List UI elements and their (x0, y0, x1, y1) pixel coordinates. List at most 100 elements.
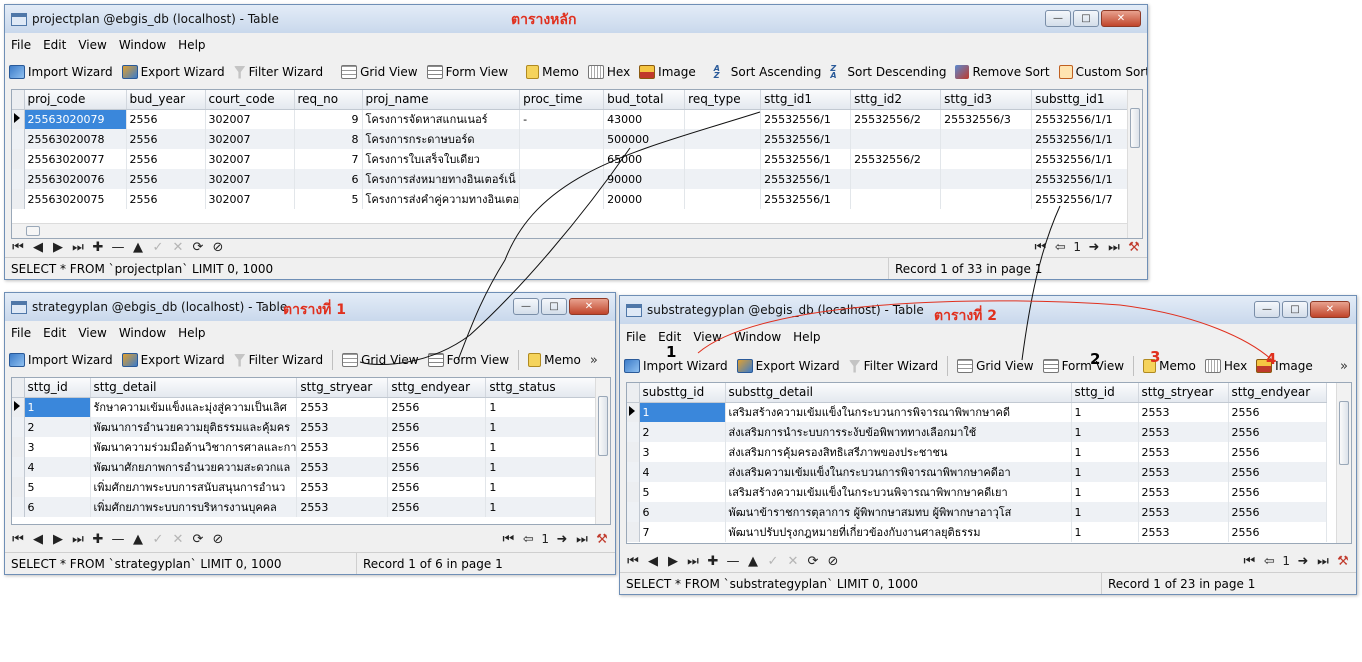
menu-help[interactable]: Help (793, 330, 820, 344)
add-record-icon[interactable]: ✚ (706, 554, 720, 569)
table-row[interactable]: 3 พัฒนาความร่วมมือด้านวิชาการศาลและกา 2553… (12, 437, 607, 457)
table-cell[interactable]: 6 (24, 497, 91, 517)
table-cell[interactable] (850, 189, 942, 209)
table-cell[interactable]: พัฒนาปรับปรุงกฎหมายที่เกี่ยวข้องกับงานศา… (725, 522, 1072, 542)
row-indicator[interactable] (627, 402, 640, 422)
table-cell[interactable]: 2553 (1138, 462, 1229, 482)
row-indicator[interactable] (12, 189, 25, 209)
close-icon[interactable]: ✕ (569, 298, 609, 315)
column-header[interactable]: bud_total (603, 90, 686, 110)
column-header[interactable]: sttg_stryear (1138, 383, 1229, 403)
row-indicator[interactable] (12, 109, 25, 129)
grid-view-button[interactable]: Grid View (342, 353, 419, 367)
table-cell[interactable]: 25532556/1/1 (1031, 149, 1133, 169)
table-cell[interactable]: 1 (1071, 442, 1139, 462)
table-cell[interactable]: 1 (485, 397, 607, 417)
next-record-icon[interactable]: ▶ (51, 240, 65, 255)
table-cell[interactable]: พัฒนาการอำนวยความยุติธรรมและคุ้มคร (90, 417, 298, 437)
table-cell[interactable]: 25532556/2 (850, 109, 942, 129)
table-cell[interactable]: 9 (294, 109, 363, 129)
table-cell[interactable]: 4 (639, 462, 726, 482)
form-view-button[interactable]: Form View (427, 353, 509, 367)
menu-window[interactable]: Window (119, 326, 166, 340)
table-cell[interactable]: โครงการส่งคำคู่ความทางอินเตอ (362, 189, 521, 209)
first-record-icon[interactable]: ⏮ (11, 240, 25, 255)
table-cell[interactable]: 1 (485, 477, 607, 497)
hex-button[interactable]: Hex (587, 65, 630, 79)
apply-changes-icon[interactable]: ✓ (766, 554, 780, 569)
table-cell[interactable]: 302007 (205, 169, 295, 189)
column-header[interactable]: substtg_id (639, 383, 726, 403)
row-indicator[interactable] (12, 497, 25, 517)
menu-edit[interactable]: Edit (43, 326, 66, 340)
menu-view[interactable]: View (693, 330, 721, 344)
row-indicator[interactable] (12, 457, 25, 477)
column-header[interactable]: sttg_id (1071, 383, 1139, 403)
column-header[interactable]: sttg_id3 (940, 90, 1033, 110)
table-cell[interactable]: 2556 (1228, 442, 1327, 462)
row-indicator[interactable] (627, 502, 640, 522)
delete-record-icon[interactable]: — (111, 240, 125, 255)
table-cell[interactable]: 2553 (1138, 422, 1229, 442)
menu-file[interactable]: File (626, 330, 646, 344)
table-cell[interactable]: 2556 (387, 457, 487, 477)
table-cell[interactable]: ส่งเสริมการคุ้มครองสิทธิเสรีภาพของประชาช… (725, 442, 1072, 462)
table-cell[interactable]: 6 (639, 502, 726, 522)
table-cell[interactable] (684, 149, 762, 169)
first-page-icon[interactable]: ⏮ (501, 532, 515, 547)
table-cell[interactable]: 302007 (205, 189, 295, 209)
table-cell[interactable]: ส่งเสริมความเข้มแข็งในกระบวนการพิจารณาพิ… (725, 462, 1072, 482)
prev-record-icon[interactable]: ◀ (31, 532, 45, 547)
table-cell[interactable]: 2553 (296, 477, 389, 497)
maximize-icon[interactable]: □ (1073, 10, 1099, 27)
scroll-thumb[interactable] (1130, 108, 1140, 148)
table-cell[interactable]: 2556 (1228, 462, 1327, 482)
import-wizard-button[interactable]: Import Wizard (9, 65, 113, 79)
table-cell[interactable]: 90000 (603, 169, 686, 189)
last-page-icon[interactable]: ⏭ (575, 532, 589, 547)
custom-sort-button[interactable]: Custom Sort (1058, 65, 1147, 79)
table-cell[interactable]: 2556 (126, 129, 206, 149)
table-cell[interactable]: 25563020076 (24, 169, 127, 189)
table-cell[interactable]: 25563020075 (24, 189, 127, 209)
table-cell[interactable] (519, 169, 605, 189)
table-cell[interactable]: 2556 (126, 109, 206, 129)
table-cell[interactable]: 6 (294, 169, 363, 189)
title-bar[interactable]: strategyplan @ebgis_db (localhost) - Tab… (5, 293, 615, 321)
column-header[interactable]: sttg_endyear (387, 378, 487, 398)
table-cell[interactable] (940, 129, 1033, 149)
table-cell[interactable]: 25532556/1/1 (1031, 109, 1133, 129)
last-record-icon[interactable]: ⏭ (71, 240, 85, 255)
table-cell[interactable]: 20000 (603, 189, 686, 209)
edit-record-icon[interactable]: ▲ (131, 532, 145, 547)
memo-button[interactable]: Memo (526, 65, 579, 79)
stop-icon[interactable]: ⊘ (211, 532, 225, 547)
table-cell[interactable]: 25532556/1/1 (1031, 129, 1133, 149)
form-view-button[interactable]: Form View (1042, 359, 1124, 373)
table-cell[interactable] (940, 169, 1033, 189)
table-cell[interactable] (519, 149, 605, 169)
table-row[interactable]: 5 เพิ่มศักยภาพระบบการสนับสนุนการอำนว 2553 2… (12, 477, 607, 497)
table-cell[interactable]: 2556 (387, 497, 487, 517)
table-row[interactable]: 25563020077 2556 302007 7 โครงการใบเสร็จใบเด… (12, 149, 1133, 169)
column-header[interactable]: sttg_status (485, 378, 607, 398)
menu-help[interactable]: Help (178, 38, 205, 52)
table-cell[interactable]: 2556 (1228, 402, 1327, 422)
column-header[interactable]: substtg_id1 (1031, 90, 1133, 110)
menu-window[interactable]: Window (119, 38, 166, 52)
menu-help[interactable]: Help (178, 326, 205, 340)
settings-icon[interactable]: ⚒ (595, 532, 609, 547)
table-cell[interactable]: 25563020077 (24, 149, 127, 169)
page-number[interactable]: 1 (541, 532, 549, 546)
table-cell[interactable]: 25563020079 (24, 109, 127, 129)
vertical-scrollbar[interactable] (1127, 90, 1142, 238)
table-cell[interactable]: 2553 (296, 397, 389, 417)
apply-changes-icon[interactable]: ✓ (151, 532, 165, 547)
last-page-icon[interactable]: ⏭ (1316, 554, 1330, 569)
table-cell[interactable]: 2553 (296, 497, 389, 517)
next-page-icon[interactable]: ➜ (1296, 554, 1310, 569)
first-page-icon[interactable]: ⏮ (1033, 240, 1047, 255)
image-button[interactable]: Image (1256, 359, 1313, 373)
table-cell[interactable]: 2556 (387, 417, 487, 437)
table-cell[interactable]: 1 (485, 417, 607, 437)
